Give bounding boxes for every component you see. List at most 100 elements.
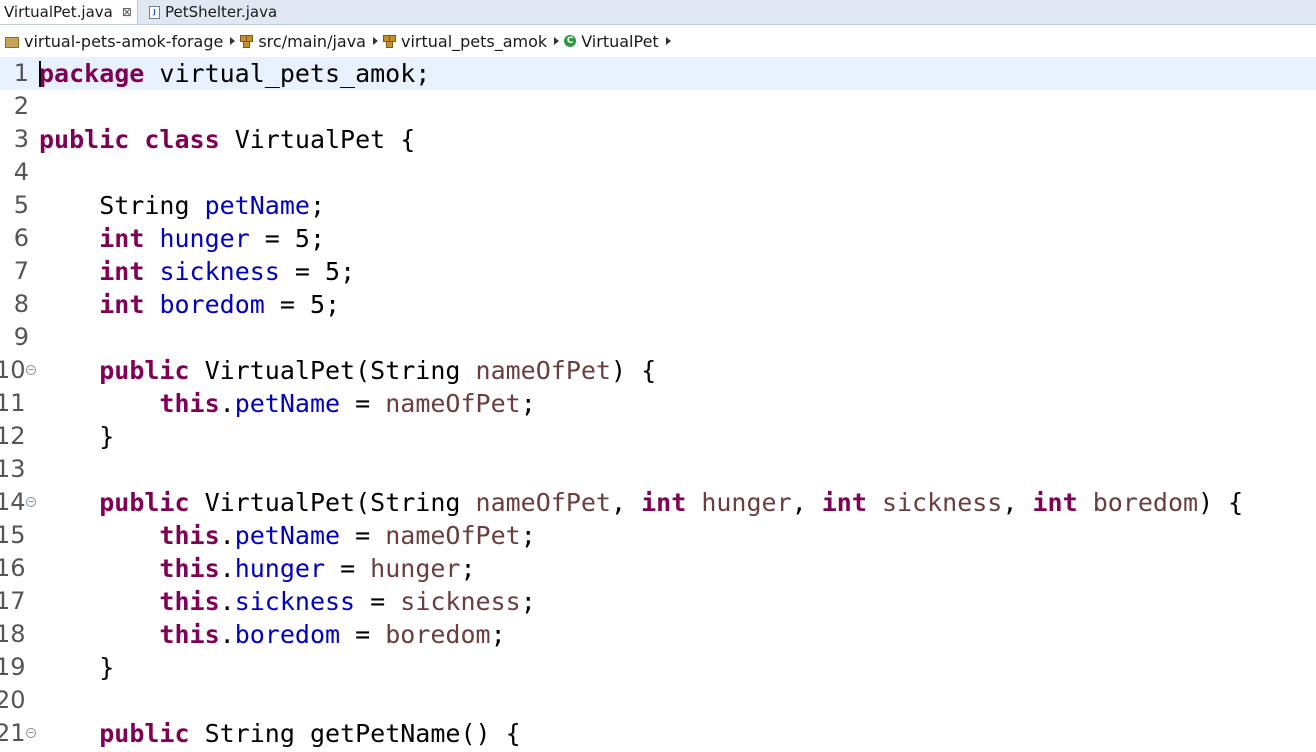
- code-text: this.sickness = sickness;: [39, 585, 535, 618]
- parameter-token: boredom: [385, 620, 491, 649]
- code-token: ;: [490, 620, 506, 649]
- tab-label: PetShelter.java: [165, 3, 278, 21]
- code-token: String getPetName() {: [189, 719, 521, 748]
- keyword-token: this: [159, 521, 220, 550]
- field-token: hunger: [234, 554, 326, 583]
- code-line[interactable]: 20: [0, 684, 1316, 717]
- tab-virtualpet-java[interactable]: VirtualPet.java ⊠: [0, 0, 138, 24]
- code-line[interactable]: 15 this.petName = nameOfPet;: [0, 519, 1316, 552]
- code-line[interactable]: 11 this.petName = nameOfPet;: [0, 387, 1316, 420]
- code-token: ,: [1002, 488, 1033, 517]
- line-number: 4: [13, 158, 29, 186]
- code-text: package virtual_pets_amok;: [39, 57, 430, 90]
- code-text: String petName;: [39, 189, 325, 222]
- code-line[interactable]: 13: [0, 453, 1316, 486]
- line-number: 5: [13, 191, 29, 219]
- code-token: .: [219, 521, 235, 550]
- code-line[interactable]: 14− public VirtualPet(String nameOfPet, …: [0, 486, 1316, 519]
- breadcrumb-project[interactable]: virtual-pets-amok-forage: [0, 31, 236, 51]
- breadcrumb-package[interactable]: virtual_pets_amok: [378, 32, 560, 51]
- code-line[interactable]: 16 this.hunger = hunger;: [0, 552, 1316, 585]
- code-line[interactable]: 12 }: [0, 420, 1316, 453]
- code-token: }: [39, 422, 115, 451]
- code-text: int hunger = 5;: [39, 222, 325, 255]
- code-token: = 5;: [249, 224, 326, 253]
- line-number: 19: [0, 653, 26, 681]
- line-number: 20: [0, 686, 26, 714]
- breadcrumb-source-folder[interactable]: src/main/java: [235, 32, 378, 51]
- code-editor[interactable]: 1 package virtual_pets_amok; 2 3 public clas…: [0, 57, 1316, 752]
- code-token: = 5;: [279, 257, 356, 286]
- code-token: =: [340, 521, 386, 550]
- code-text: int boredom = 5;: [39, 288, 340, 321]
- fold-toggle-icon[interactable]: −: [26, 728, 36, 738]
- close-tab-icon[interactable]: ⊠: [122, 5, 132, 19]
- tab-petshelter-java[interactable]: J PetShelter.java: [143, 0, 303, 24]
- code-token: .: [219, 389, 235, 418]
- line-number: 8: [13, 290, 29, 318]
- code-token: VirtualPet(String: [189, 488, 476, 517]
- code-token: ;: [520, 389, 536, 418]
- parameter-token: nameOfPet: [475, 488, 611, 517]
- code-line[interactable]: 4: [0, 156, 1316, 189]
- code-token: VirtualPet(String: [189, 356, 476, 385]
- breadcrumb-class-label: VirtualPet: [581, 31, 659, 51]
- code-text: this.boredom = boredom;: [39, 618, 506, 651]
- code-line[interactable]: 1 package virtual_pets_amok;: [0, 57, 1316, 90]
- code-text: this.petName = nameOfPet;: [39, 387, 536, 420]
- source-folder-icon: [240, 35, 254, 48]
- keyword-token: this: [159, 587, 220, 616]
- keyword-token: public: [99, 356, 190, 385]
- code-line[interactable]: 21− public String getPetName() {: [0, 717, 1316, 750]
- keyword-token: this: [159, 620, 220, 649]
- line-number: 15: [0, 521, 26, 549]
- java-file-icon: J: [149, 5, 160, 19]
- line-number: 14: [0, 488, 26, 516]
- code-text: public VirtualPet(String nameOfPet, int …: [39, 486, 1243, 519]
- code-line[interactable]: 3 public class VirtualPet {: [0, 123, 1316, 156]
- code-token: ) {: [610, 356, 657, 385]
- line-number: 7: [13, 257, 29, 285]
- line-number: 1: [13, 59, 29, 87]
- line-number: 21: [0, 719, 26, 747]
- code-text: public VirtualPet(String nameOfPet) {: [39, 354, 656, 387]
- fold-toggle-icon[interactable]: −: [26, 365, 36, 375]
- keyword-token: int: [1032, 488, 1078, 517]
- code-line[interactable]: 17 this.sickness = sickness;: [0, 585, 1316, 618]
- code-token: =: [325, 554, 371, 583]
- keyword-token: int: [821, 488, 867, 517]
- code-line[interactable]: 7 int sickness = 5;: [0, 255, 1316, 288]
- chevron-right-icon: [665, 37, 671, 45]
- fold-toggle-icon[interactable]: −: [26, 497, 36, 507]
- code-token: ;: [460, 554, 476, 583]
- text-caret: [39, 61, 41, 87]
- field-token: boredom: [159, 290, 265, 319]
- code-text: }: [39, 420, 114, 453]
- line-number: 16: [0, 554, 26, 582]
- code-line[interactable]: 10− public VirtualPet(String nameOfPet) …: [0, 354, 1316, 387]
- code-line[interactable]: 18 this.boredom = boredom;: [0, 618, 1316, 651]
- line-number: 2: [13, 92, 29, 120]
- breadcrumb-class[interactable]: C VirtualPet: [559, 31, 671, 51]
- parameter-token: boredom: [1092, 488, 1199, 517]
- code-line[interactable]: 8 int boredom = 5;: [0, 288, 1316, 321]
- breadcrumb-project-label: virtual-pets-amok-forage: [24, 31, 224, 51]
- line-number: 10: [0, 356, 26, 384]
- code-line[interactable]: 2: [0, 90, 1316, 123]
- code-token: ;: [520, 521, 536, 550]
- package-icon: [382, 35, 396, 48]
- code-line[interactable]: 5 String petName;: [0, 189, 1316, 222]
- code-line[interactable]: 19 }: [0, 651, 1316, 684]
- class-icon: C: [564, 35, 577, 47]
- code-line[interactable]: 9: [0, 321, 1316, 354]
- code-line[interactable]: 6 int hunger = 5;: [0, 222, 1316, 255]
- breadcrumb-source-folder-label: src/main/java: [258, 31, 366, 51]
- keyword-token: int: [99, 224, 145, 253]
- line-number: 3: [13, 125, 29, 153]
